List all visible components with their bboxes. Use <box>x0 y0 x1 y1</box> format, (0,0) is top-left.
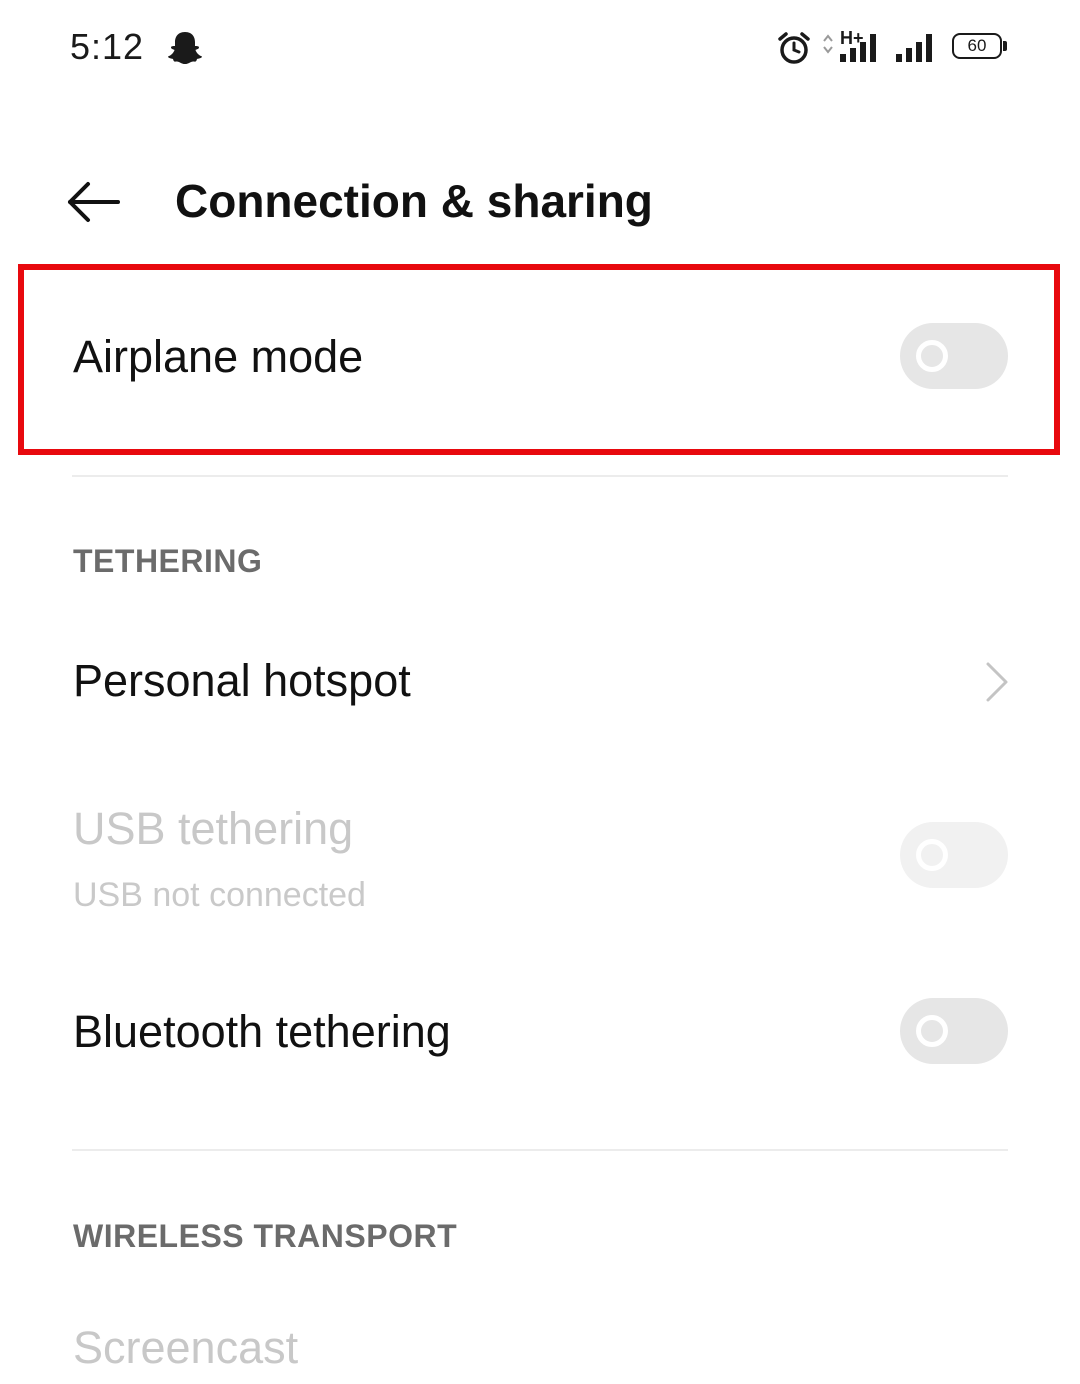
page-title: Connection & sharing <box>175 175 653 227</box>
bluetooth-tethering-label: Bluetooth tethering <box>73 1006 451 1057</box>
divider <box>72 475 1008 477</box>
section-header-tethering: TETHERING <box>73 543 263 579</box>
battery-tip <box>1003 41 1007 51</box>
usb-tethering-label: USB tethering <box>73 803 354 854</box>
battery-icon: 60 <box>952 33 1008 61</box>
status-time: 5:12 <box>70 26 145 67</box>
section-header-wireless-transport: WIRELESS TRANSPORT <box>73 1218 458 1254</box>
signal-icon <box>840 34 876 62</box>
signal-icon <box>896 34 932 62</box>
screencast-label: Screencast <box>73 1322 299 1373</box>
usb-tethering-toggle <box>900 822 1008 888</box>
personal-hotspot-label: Personal hotspot <box>73 655 411 706</box>
bluetooth-tethering-toggle[interactable] <box>900 998 1008 1064</box>
usb-tethering-subtitle: USB not connected <box>73 876 366 914</box>
alarm-icon <box>778 32 810 64</box>
toggle-knob <box>916 839 948 871</box>
highlight-box <box>18 264 1060 455</box>
status-bar: 5:12 H+ 60 <box>0 0 1080 96</box>
data-arrows-icon <box>823 34 833 54</box>
arrow-left-icon[interactable] <box>62 172 124 232</box>
chevron-right-icon <box>986 662 1008 702</box>
settings-page: 5:12 H+ 60 Connection & sharing Airplane… <box>0 0 1080 1384</box>
battery-level: 60 <box>952 33 1002 59</box>
toggle-knob <box>916 1015 948 1047</box>
snapchat-icon <box>168 32 202 64</box>
divider <box>72 1149 1008 1151</box>
